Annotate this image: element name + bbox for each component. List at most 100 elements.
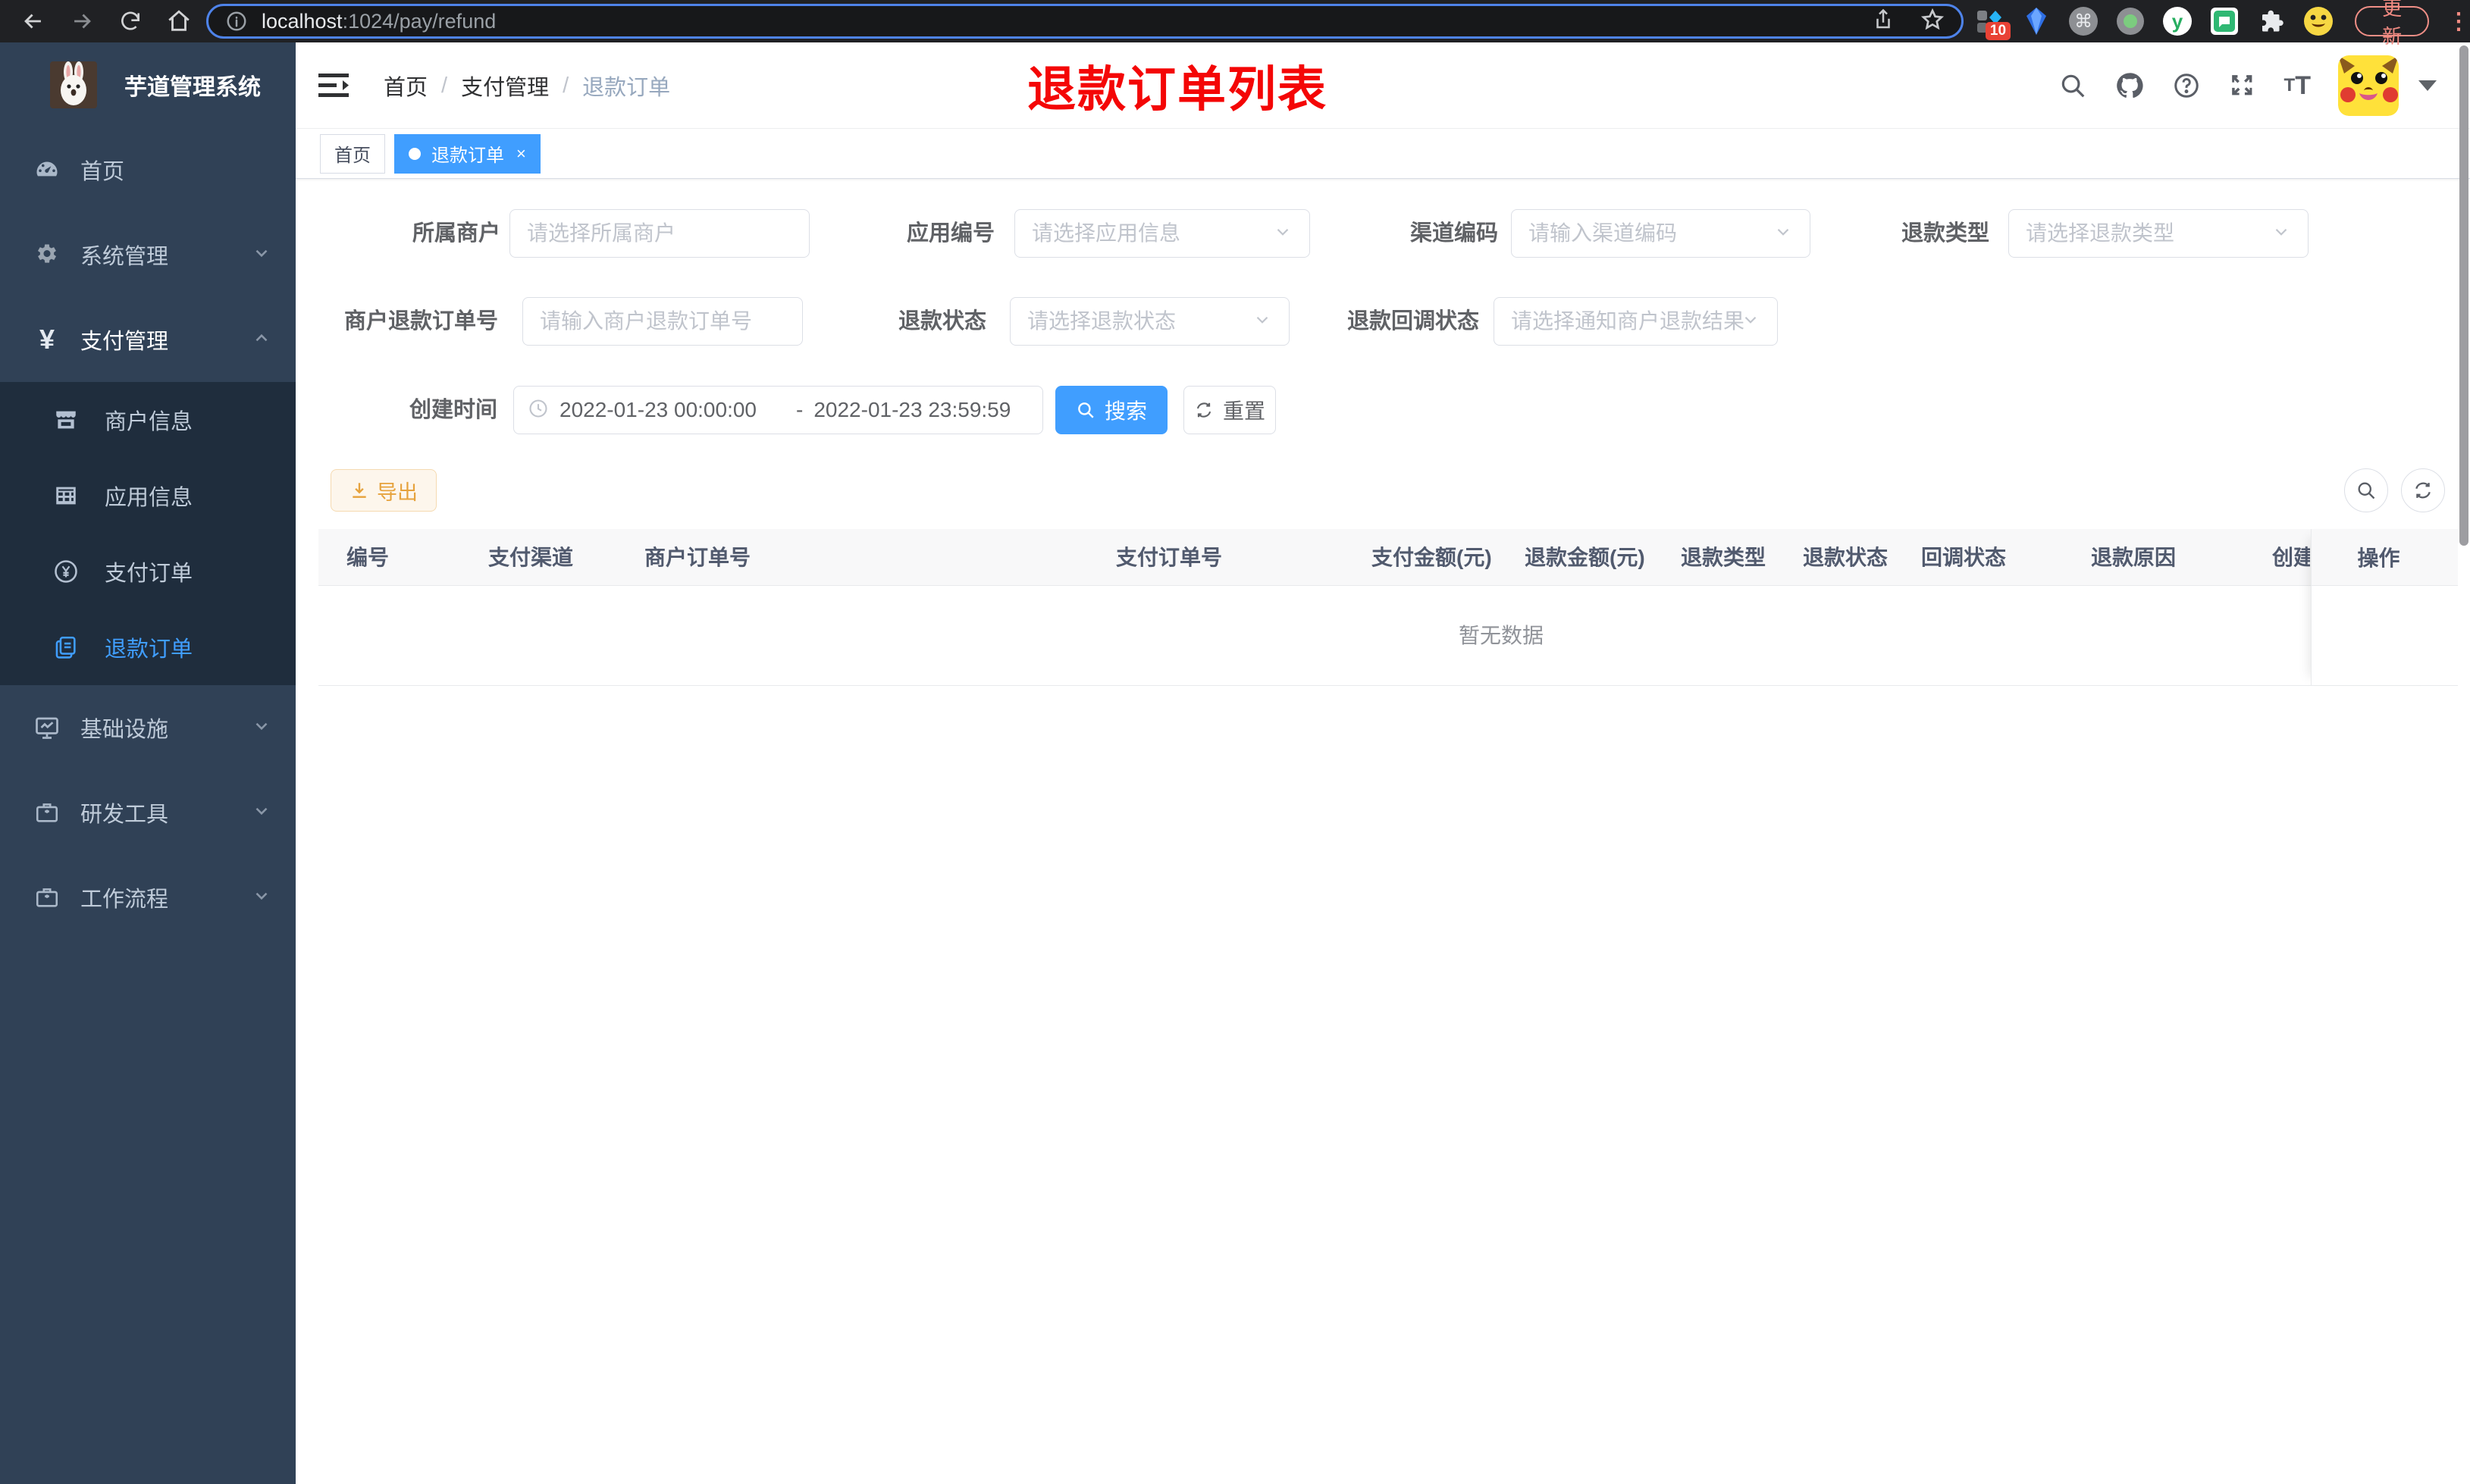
- tag-refund-order[interactable]: 退款订单 ×: [394, 133, 541, 174]
- breadcrumb-separator: /: [441, 73, 448, 98]
- font-size-icon[interactable]: TT: [2284, 73, 2311, 99]
- avatar-caret-icon[interactable]: [2418, 80, 2437, 91]
- sidebar-item-label: 系统管理: [80, 245, 169, 269]
- reset-button[interactable]: 重置: [1183, 386, 1276, 434]
- reset-button-label: 重置: [1222, 399, 1265, 423]
- chevron-down-icon: [252, 243, 271, 267]
- page-scrollbar-thumb[interactable]: [2459, 45, 2468, 546]
- app-input[interactable]: [1032, 221, 1268, 246]
- refund-type-select[interactable]: [2008, 209, 2309, 258]
- extension-chat-icon[interactable]: [2209, 5, 2240, 37]
- address-bar[interactable]: localhost:1024/pay/refund: [206, 4, 1964, 39]
- callback-status-select[interactable]: [1494, 297, 1778, 346]
- tag-home[interactable]: 首页: [320, 133, 385, 174]
- user-avatar[interactable]: [2338, 55, 2399, 116]
- extension-record-icon[interactable]: [2115, 5, 2146, 37]
- browser-home-button[interactable]: [164, 6, 194, 36]
- breadcrumb-payment[interactable]: 支付管理: [461, 70, 549, 102]
- extension-command-icon[interactable]: ⌘: [2068, 5, 2099, 37]
- browser-toolbar: localhost:1024/pay/refund 10 ⌘ y 更新 ⋮: [0, 0, 2470, 48]
- sidebar-item-label: 工作流程: [80, 888, 169, 912]
- monitor-chart-icon: [30, 714, 64, 741]
- briefcase-icon: [30, 800, 64, 825]
- yen-circle-icon: [49, 558, 83, 585]
- sidebar-item-dev-tools[interactable]: 研发工具: [0, 770, 296, 855]
- sidebar-item-label: 基础设施: [80, 718, 169, 742]
- sidebar-item-app-info[interactable]: 应用信息: [0, 458, 296, 534]
- extension-smiley-avatar[interactable]: [2303, 5, 2334, 37]
- site-info-icon[interactable]: [225, 10, 248, 33]
- sidebar-item-workflow[interactable]: 工作流程: [0, 855, 296, 940]
- shop-icon: [49, 407, 83, 433]
- extension-tabs-icon[interactable]: 10: [1974, 5, 2011, 40]
- merchant-refund-no-input[interactable]: [540, 309, 785, 333]
- browser-menu-icon[interactable]: ⋮: [2447, 8, 2470, 35]
- sidebar-item-refund-order[interactable]: 退款订单: [0, 609, 296, 685]
- sidebar-item-system[interactable]: 系统管理: [0, 212, 296, 297]
- search-button[interactable]: 搜索: [1055, 386, 1168, 434]
- share-icon[interactable]: [1872, 8, 1895, 35]
- col-header-merchant-order-no: 商户订单号: [644, 546, 751, 569]
- dashboard-icon: [30, 156, 64, 183]
- sidebar-item-merchant-info[interactable]: 商户信息: [0, 382, 296, 458]
- help-icon[interactable]: [2172, 71, 2201, 100]
- callback-status-input[interactable]: [1511, 309, 1754, 333]
- tag-label: 退款订单: [431, 146, 504, 166]
- url-host: localhost: [262, 9, 343, 33]
- extension-y-icon[interactable]: y: [2162, 5, 2193, 37]
- extension-gem-icon[interactable]: [2021, 5, 2052, 37]
- date-separator: -: [796, 398, 804, 421]
- merchant-input[interactable]: [527, 221, 792, 246]
- chevron-down-icon: [252, 886, 271, 909]
- date-end-input[interactable]: [813, 398, 1040, 422]
- sidebar-item-home[interactable]: 首页: [0, 127, 296, 212]
- extension-badge: 10: [1985, 22, 2011, 40]
- browser-reload-button[interactable]: [115, 6, 146, 36]
- merchant-refund-no-field[interactable]: [522, 297, 803, 346]
- date-start-input[interactable]: [560, 398, 785, 422]
- channel-select[interactable]: [1511, 209, 1810, 258]
- date-range-picker[interactable]: -: [513, 386, 1043, 434]
- extensions-row: 10 ⌘ y 更新 ⋮: [1964, 0, 2470, 48]
- breadcrumb-home[interactable]: 首页: [384, 70, 428, 102]
- fullscreen-icon[interactable]: [2228, 71, 2257, 100]
- clock-icon: [528, 398, 549, 423]
- empty-data-text: 暂无数据: [1458, 624, 1544, 647]
- export-button[interactable]: 导出: [331, 469, 437, 512]
- search-icon[interactable]: [2058, 71, 2087, 100]
- refund-status-input[interactable]: [1027, 309, 1248, 333]
- sidebar-item-label: 研发工具: [80, 803, 169, 827]
- toggle-search-button[interactable]: [2344, 468, 2388, 512]
- bookmark-star-icon[interactable]: [1920, 8, 1945, 36]
- browser-back-button[interactable]: [18, 6, 49, 36]
- col-header-pay-amount: 支付金额(元): [1371, 546, 1492, 569]
- app-select[interactable]: [1014, 209, 1310, 258]
- page-title-annotation: 退款订单列表: [1027, 62, 1327, 117]
- sidebar-collapse-icon[interactable]: [317, 70, 350, 101]
- yen-icon: ¥: [39, 324, 55, 355]
- extensions-puzzle-icon[interactable]: [2256, 5, 2287, 37]
- sidebar-item-pay-order[interactable]: 支付订单: [0, 534, 296, 609]
- refund-status-select[interactable]: [1010, 297, 1290, 346]
- refund-type-input[interactable]: [2026, 221, 2267, 246]
- sidebar-item-label: 支付订单: [105, 562, 193, 586]
- channel-input[interactable]: [1528, 221, 1769, 246]
- col-header-refund-type: 退款类型: [1681, 546, 1766, 569]
- sidebar-item-payment[interactable]: ¥ 支付管理: [0, 297, 296, 382]
- browser-forward-button[interactable]: [67, 6, 97, 36]
- chevron-up-icon: [252, 328, 271, 352]
- tag-close-icon[interactable]: ×: [516, 144, 526, 164]
- col-header-pay-channel: 支付渠道: [488, 546, 574, 569]
- active-dot: [409, 147, 421, 160]
- github-icon[interactable]: [2114, 70, 2145, 101]
- tag-label: 首页: [334, 146, 371, 166]
- merchant-select[interactable]: [509, 209, 810, 258]
- col-header-id: 编号: [346, 546, 390, 569]
- browser-update-button[interactable]: 更新: [2355, 0, 2429, 48]
- col-header-refund-status: 退款状态: [1803, 546, 1889, 569]
- app-logo-row[interactable]: 芋道管理系统: [0, 42, 296, 127]
- sidebar-item-infrastructure[interactable]: 基础设施: [0, 685, 296, 770]
- navbar-actions: TT: [2058, 42, 2437, 129]
- refresh-table-button[interactable]: [2401, 468, 2445, 512]
- chevron-down-icon: [2271, 222, 2291, 246]
